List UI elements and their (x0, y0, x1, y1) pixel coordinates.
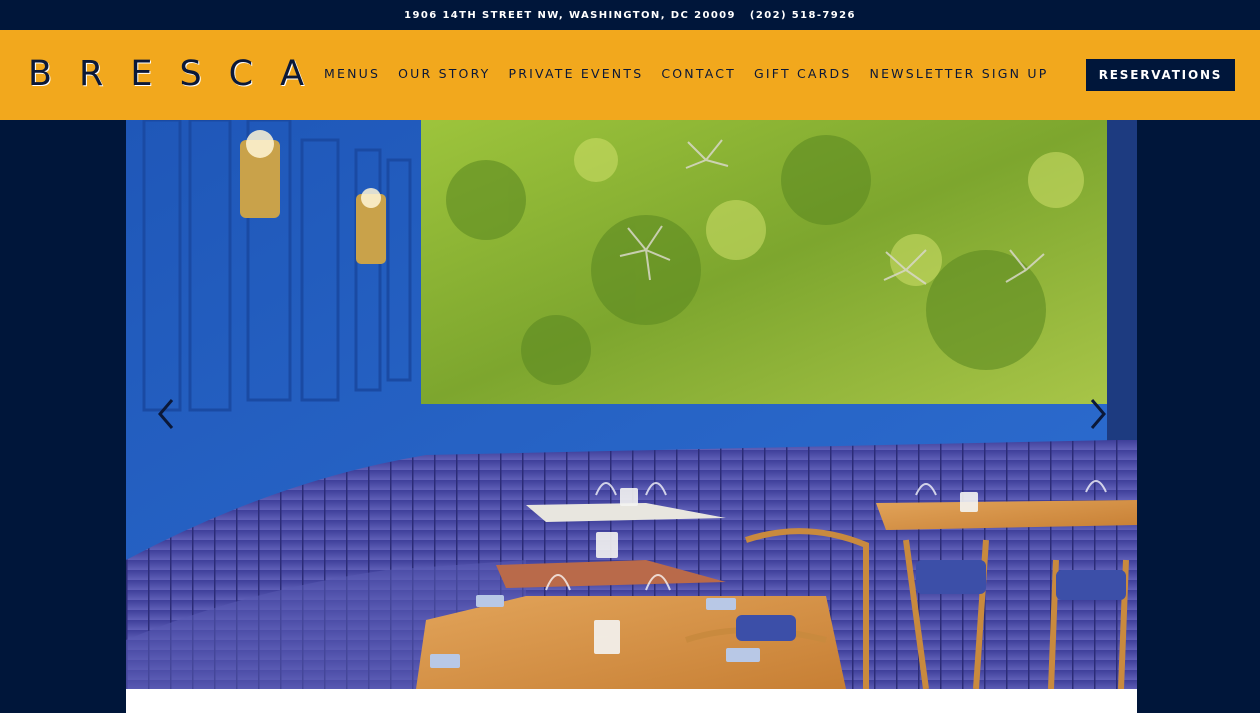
address-text: 1906 14TH STREET NW, WASHINGTON, DC 2000… (404, 9, 736, 21)
content-panel (126, 689, 1137, 713)
phone-link[interactable]: (202) 518-7926 (750, 10, 856, 21)
hero-slider (126, 120, 1137, 689)
nav-newsletter-sign-up[interactable]: NEWSLETTER SIGN UP (870, 66, 1049, 82)
chevron-left-icon[interactable] (152, 396, 180, 432)
nav-gift-cards[interactable]: GIFT CARDS (754, 66, 851, 82)
main-nav: MENUS OUR STORY PRIVATE EVENTS CONTACT G… (324, 66, 1048, 82)
nav-private-events[interactable]: PRIVATE EVENTS (509, 66, 644, 82)
nav-contact[interactable]: CONTACT (661, 66, 736, 82)
nav-our-story[interactable]: OUR STORY (398, 66, 490, 82)
hero-image (126, 120, 1137, 689)
nav-menus[interactable]: MENUS (324, 66, 380, 82)
chevron-right-icon[interactable] (1084, 396, 1112, 432)
reservations-button[interactable]: RESERVATIONS (1086, 59, 1235, 91)
logo[interactable]: BRESCA (28, 56, 331, 92)
site-header: BRESCA MENUS OUR STORY PRIVATE EVENTS CO… (0, 30, 1260, 120)
top-info-bar: 1906 14TH STREET NW, WASHINGTON, DC 2000… (0, 0, 1260, 30)
